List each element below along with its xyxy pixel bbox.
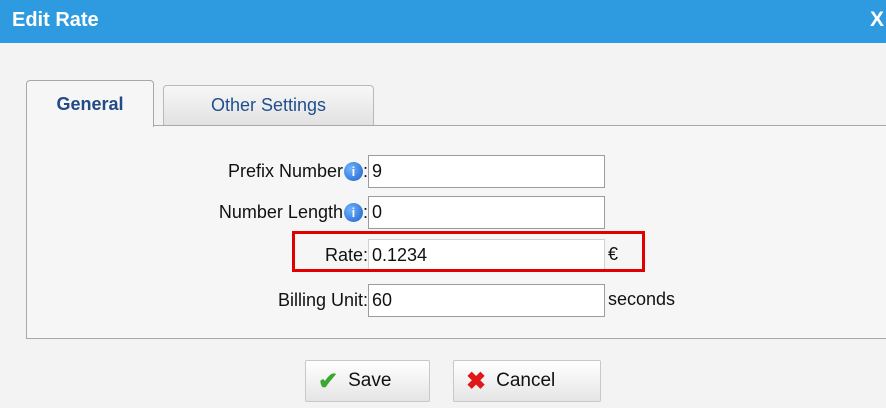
dialog-title: Edit Rate: [12, 9, 99, 31]
save-button[interactable]: ✔ Save: [305, 360, 430, 402]
number-length-label: Number Length i :: [219, 202, 368, 223]
prefix-number-row: Prefix Number i : 9: [0, 154, 886, 188]
info-icon[interactable]: i: [343, 162, 363, 181]
dialog-titlebar: Edit Rate X: [0, 0, 886, 43]
save-label: Save: [348, 370, 392, 391]
prefix-number-label: Prefix Number i :: [228, 161, 368, 182]
cancel-x-icon: ✖: [466, 367, 487, 395]
billing-unit-suffix: seconds: [608, 289, 676, 309]
billing-unit-row: Billing Unit: 60 seconds: [0, 283, 886, 317]
number-length-row: Number Length i : 0: [0, 195, 886, 229]
billing-unit-input[interactable]: 60: [368, 284, 605, 317]
cancel-label: Cancel: [496, 370, 556, 391]
prefix-number-input[interactable]: 9: [368, 155, 605, 188]
close-icon[interactable]: X: [870, 8, 886, 32]
prefix-number-label-text: Prefix Number: [227, 161, 343, 181]
number-length-label-text: Number Length: [218, 202, 343, 222]
checkmark-icon: ✔: [318, 367, 339, 395]
tab-general[interactable]: General: [26, 80, 154, 127]
cancel-button[interactable]: ✖ Cancel: [453, 360, 601, 402]
rate-highlight-box: [292, 231, 645, 272]
billing-unit-label: Billing Unit:: [277, 290, 368, 310]
tab-other-settings[interactable]: Other Settings: [163, 85, 374, 125]
info-icon[interactable]: i: [343, 203, 363, 222]
number-length-input[interactable]: 0: [368, 196, 605, 229]
